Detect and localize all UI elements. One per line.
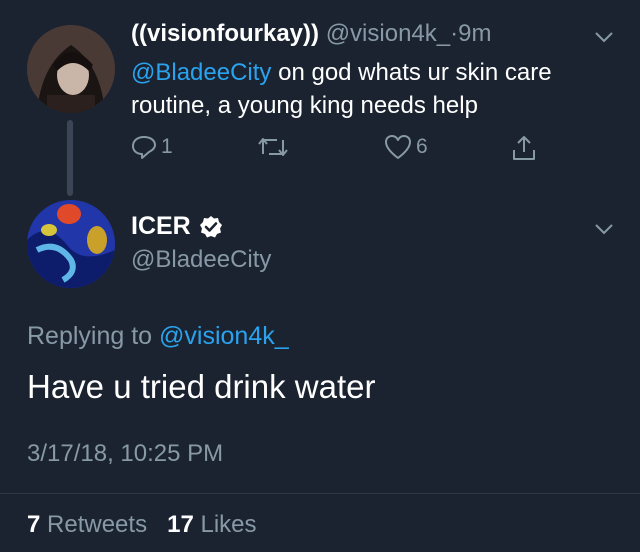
bladeecity-avatar[interactable] — [27, 200, 115, 288]
divider — [0, 493, 640, 494]
reply-handle[interactable]: @vision4k_ — [326, 20, 450, 47]
reply-time[interactable]: 9m — [458, 20, 491, 47]
share-action[interactable] — [511, 134, 537, 162]
reply-count: 1 — [161, 135, 173, 158]
retweets-stat[interactable]: 7 Retweets — [27, 511, 147, 538]
vision4k-avatar[interactable] — [27, 25, 115, 113]
verified-badge-icon — [199, 215, 222, 237]
like-count: 6 — [416, 135, 428, 158]
retweets-label: Retweets — [47, 511, 148, 538]
thread-connector-line — [67, 120, 73, 196]
reply-icon — [132, 136, 156, 159]
replying-prefix: Replying to — [27, 322, 160, 350]
abstract-avatar-image — [27, 200, 115, 288]
retweet-icon — [258, 138, 288, 156]
retweet-action[interactable] — [257, 134, 289, 160]
reply-display-name[interactable]: ((visionfourkay)) — [131, 20, 319, 47]
tweet-timestamp[interactable]: 3/17/18, 10:25 PM — [27, 440, 223, 468]
main-display-name[interactable]: ICER — [131, 212, 191, 241]
main-tweet-text: Have u tried drink water — [27, 368, 376, 405]
reply-separator: · — [450, 20, 459, 47]
likes-count: 17 — [167, 511, 194, 538]
likes-stat[interactable]: 17 Likes — [167, 511, 256, 538]
tweet-stats: 7 Retweets 17 Likes — [27, 511, 257, 539]
chevron-down-icon[interactable] — [594, 30, 614, 49]
like-action[interactable]: 6 — [384, 134, 428, 160]
main-handle[interactable]: @BladeeCity — [131, 246, 271, 274]
reply-mention-link[interactable]: @BladeeCity — [131, 59, 271, 86]
replying-to-line: Replying to @vision4k_ — [27, 322, 289, 351]
anime-avatar-image — [27, 25, 115, 113]
likes-label: Likes — [200, 511, 257, 538]
share-icon — [513, 136, 535, 160]
reply-action[interactable]: 1 — [131, 134, 173, 160]
reply-tweet-actions: 1 6 — [131, 134, 561, 168]
reply-tweet-text: @BladeeCity on god whats ur skin care ro… — [131, 56, 611, 122]
like-icon — [385, 135, 411, 159]
main-tweet-name-row: ICER — [131, 212, 223, 241]
replying-to-link[interactable]: @vision4k_ — [159, 322, 289, 350]
retweets-count: 7 — [27, 511, 41, 538]
chevron-down-icon[interactable] — [594, 222, 614, 241]
reply-tweet-header: ((visionfourkay)) @vision4k_·9m — [131, 20, 491, 48]
